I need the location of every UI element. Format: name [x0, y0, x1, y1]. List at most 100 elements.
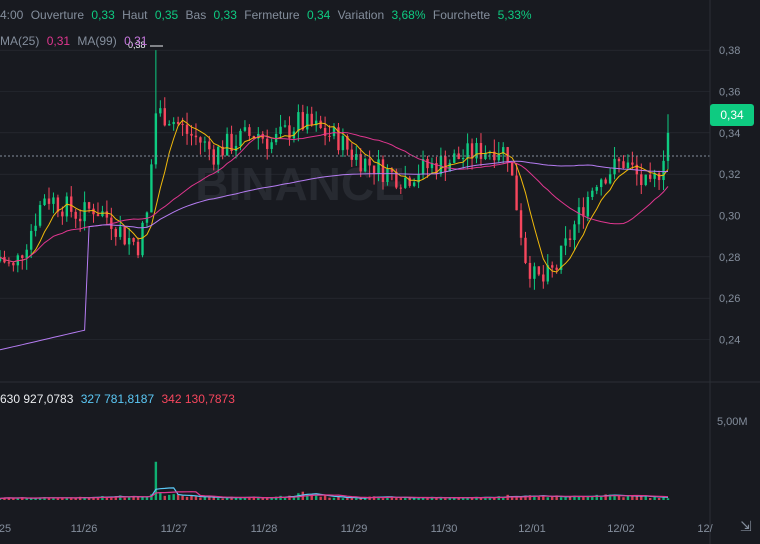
- candle-body: [297, 112, 300, 132]
- candle-body: [78, 218, 82, 222]
- volume-bar: [25, 498, 28, 500]
- ma99-label: MA(99): [77, 34, 117, 48]
- volume-bar: [404, 497, 407, 500]
- candle-body: [283, 125, 287, 127]
- candle-body: [573, 224, 576, 241]
- volume-bar: [261, 498, 264, 500]
- volume-bar: [141, 497, 144, 500]
- volume-bar: [208, 497, 211, 500]
- candle-body: [461, 158, 465, 160]
- candle-body: [203, 141, 207, 143]
- volume-bar: [47, 498, 51, 500]
- candle-body: [208, 141, 211, 150]
- candlestick-chart[interactable]: BINANCE 0,380,360,340,320,300,280,260,24…: [0, 0, 760, 544]
- candle-body: [176, 121, 180, 124]
- volume-bar: [74, 498, 77, 500]
- candle-body: [61, 211, 64, 217]
- candle-body: [533, 266, 536, 279]
- candle-body: [194, 135, 198, 138]
- candle-body: [87, 202, 91, 209]
- volume-bar: [381, 498, 385, 500]
- volume-ma-red-line: [0, 491, 669, 500]
- volume-ma-red: 342 130,7873: [161, 392, 235, 406]
- candle-body: [47, 198, 51, 204]
- candle-body: [444, 156, 447, 172]
- candle-body: [662, 160, 665, 181]
- candle-body: [412, 182, 416, 186]
- close-label: Fermeture: [244, 8, 300, 22]
- volume-bar: [537, 496, 541, 500]
- volume-bar: [332, 497, 336, 500]
- candle-body: [96, 214, 100, 217]
- candle-body: [123, 226, 126, 245]
- volume-ma-blue: 327 781,8187: [80, 392, 155, 406]
- volume-ma-blue-line: [0, 487, 669, 500]
- time-tick-label: 11/29: [341, 523, 368, 535]
- volume-bar: [657, 498, 661, 500]
- candle-body: [622, 161, 625, 169]
- volume-bar: [199, 497, 202, 500]
- price-tick-label: 0,32: [719, 169, 740, 181]
- candle-body: [568, 238, 572, 241]
- candle-body: [617, 158, 621, 162]
- time-tick-label: 12/: [697, 523, 713, 535]
- candle-body: [25, 249, 28, 258]
- volume-bar: [176, 494, 180, 500]
- volume-bar: [12, 498, 15, 500]
- volume-bar: [355, 498, 358, 500]
- volume-bar: [395, 497, 398, 500]
- open-value: 0,33: [91, 8, 115, 22]
- candle-body: [328, 135, 331, 137]
- candle-body: [70, 196, 73, 212]
- price-tick-label: 0,26: [719, 293, 740, 305]
- high-value: 0,35: [154, 8, 179, 22]
- volume-bar: [466, 498, 469, 500]
- close-value: 0,34: [306, 8, 331, 22]
- volume-bar: [127, 497, 131, 500]
- candle-body: [21, 255, 24, 258]
- price-tick-label: 0,34: [719, 128, 740, 140]
- range-label: Fourchette: [432, 8, 491, 22]
- candle-body: [239, 130, 242, 146]
- candle-body: [377, 159, 380, 175]
- price-tick-label: 0,36: [719, 87, 740, 99]
- time-tick-label: 11/30: [431, 523, 458, 535]
- volume-bar: [319, 496, 322, 500]
- candle-body: [225, 133, 229, 156]
- candle-body: [136, 241, 140, 256]
- candle-body: [613, 158, 616, 175]
- candle-body: [163, 108, 166, 126]
- scale-settings-icon[interactable]: ⇲: [740, 518, 752, 535]
- candle-body: [7, 262, 11, 264]
- ma-legend: MA(25) 0,31 MA(99) 0,31: [0, 34, 151, 48]
- candle-body: [372, 165, 376, 175]
- candle-body: [542, 274, 545, 282]
- candle-body: [657, 173, 661, 181]
- time-tick-label: 12/01: [518, 523, 546, 535]
- candle-body: [648, 174, 652, 179]
- candle-body: [355, 154, 358, 160]
- candle-body: [181, 123, 184, 125]
- volume-bar: [582, 497, 585, 500]
- open-label: Ouverture: [30, 8, 85, 22]
- volume-bar: [243, 497, 247, 500]
- time-fragment: 4:00: [0, 8, 24, 22]
- volume-bar: [168, 494, 171, 500]
- candle-body: [399, 187, 402, 189]
- high-label: Haut: [122, 8, 148, 22]
- volume-bar: [551, 496, 554, 500]
- candle-body: [519, 210, 523, 238]
- low-value: 0,33: [213, 8, 237, 22]
- candle-body: [551, 265, 554, 268]
- volume-total: 630 927,0783: [0, 392, 74, 406]
- volume-axis-label: 5,00M: [717, 416, 748, 428]
- candle-body: [510, 162, 514, 176]
- volume-bar: [435, 498, 438, 500]
- candle-body: [114, 228, 117, 237]
- candle-body: [453, 153, 456, 163]
- candle-body: [159, 108, 162, 114]
- volume-bar: [159, 492, 162, 500]
- candle-body: [12, 262, 15, 266]
- volume-bar: [648, 497, 652, 500]
- candle-body: [29, 230, 33, 250]
